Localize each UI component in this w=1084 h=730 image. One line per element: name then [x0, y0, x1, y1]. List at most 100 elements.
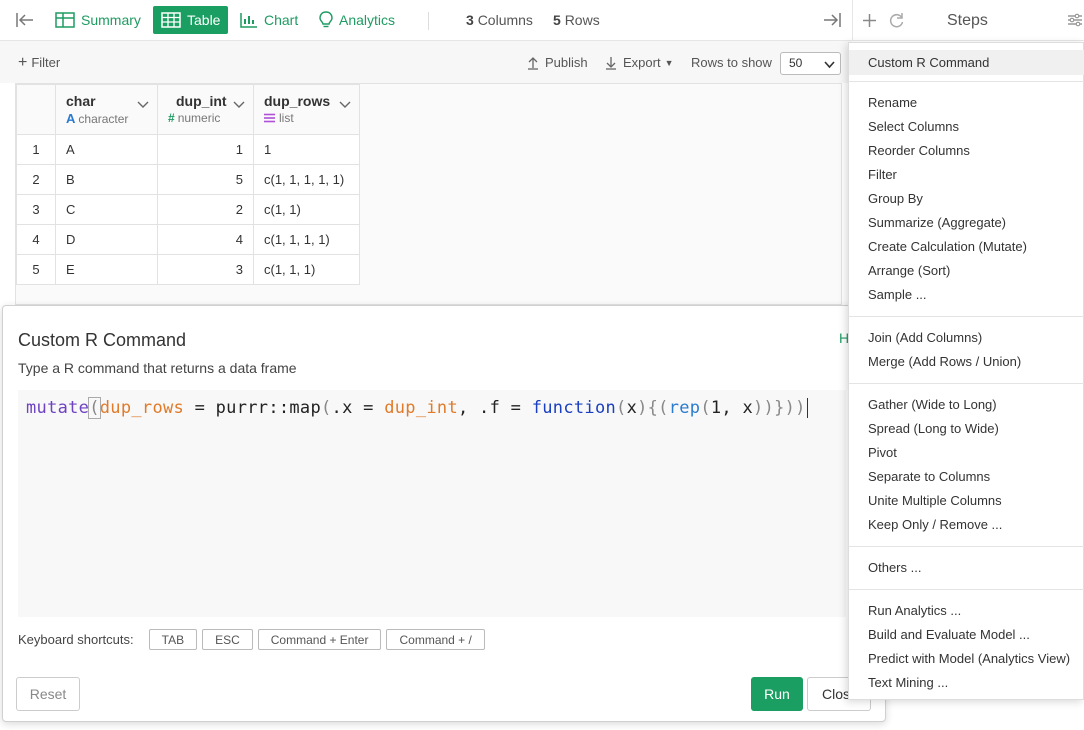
- reset-button[interactable]: Reset: [16, 677, 80, 711]
- column-type: # numeric: [168, 111, 243, 125]
- menu-divider: [849, 316, 1084, 317]
- shortcut-command-enter: Command + Enter: [257, 629, 382, 650]
- table-cell[interactable]: E: [55, 254, 158, 285]
- tab-table-label: Table: [187, 12, 221, 28]
- menu-item-sample[interactable]: Sample ...: [868, 287, 927, 302]
- filter-button[interactable]: + Filter: [18, 55, 60, 71]
- menu-divider: [849, 546, 1084, 547]
- code-token: ))})): [753, 398, 806, 418]
- table-cell[interactable]: c(1, 1, 1, 1): [253, 224, 360, 255]
- chart-icon: [240, 13, 257, 28]
- code-token: rep: [668, 398, 701, 418]
- tab-chart[interactable]: Chart: [240, 6, 298, 34]
- code-token: ){(: [637, 398, 669, 418]
- steps-header: Steps: [852, 0, 1084, 41]
- menu-item-others[interactable]: Others ...: [868, 560, 921, 575]
- list-type-icon: [264, 113, 275, 123]
- menu-item-select-columns[interactable]: Select Columns: [868, 119, 959, 134]
- rows-to-show-select[interactable]: 50: [780, 52, 841, 75]
- top-toolbar: Summary Table Chart Analytics 3 Columns …: [0, 0, 852, 41]
- chevron-down-icon[interactable]: [339, 97, 351, 112]
- menu-item-separate-to-columns[interactable]: Separate to Columns: [868, 469, 990, 484]
- refresh-icon[interactable]: [889, 12, 905, 31]
- publish-button[interactable]: Publish: [527, 55, 588, 70]
- table-cell[interactable]: 4: [157, 224, 254, 255]
- table-cell[interactable]: B: [55, 164, 158, 195]
- menu-divider: [849, 589, 1084, 590]
- tab-table[interactable]: Table: [153, 6, 229, 34]
- column-header-dup-rows[interactable]: dup_rows list: [253, 84, 360, 135]
- menu-item-spread[interactable]: Spread (Long to Wide): [868, 421, 999, 436]
- menu-item-join[interactable]: Join (Add Columns): [868, 330, 982, 345]
- chevron-down-icon[interactable]: [233, 97, 245, 112]
- menu-item-keep-only-remove[interactable]: Keep Only / Remove ...: [868, 517, 1002, 532]
- code-token: function: [531, 398, 617, 418]
- table-cell[interactable]: 1: [253, 134, 360, 165]
- column-type-label: list: [279, 111, 294, 125]
- table-cell[interactable]: C: [55, 194, 158, 225]
- menu-item-summarize[interactable]: Summarize (Aggregate): [868, 215, 1006, 230]
- tab-analytics[interactable]: Analytics: [319, 6, 395, 34]
- character-type-icon: A: [66, 111, 76, 126]
- menu-item-reorder-columns[interactable]: Reorder Columns: [868, 143, 970, 158]
- menu-item-run-analytics[interactable]: Run Analytics ...: [868, 603, 961, 618]
- table-row: 1 A 1 1: [16, 134, 360, 165]
- table-row: 3 C 2 c(1, 1): [16, 194, 360, 225]
- tab-summary[interactable]: Summary: [55, 6, 141, 34]
- menu-item-pivot[interactable]: Pivot: [868, 445, 897, 460]
- table-cell[interactable]: 1: [157, 134, 254, 165]
- menu-item-unite-multiple-columns[interactable]: Unite Multiple Columns: [868, 493, 1002, 508]
- table-row: 4 D 4 c(1, 1, 1, 1): [16, 224, 360, 255]
- menu-item-filter[interactable]: Filter: [868, 167, 897, 182]
- table-cell[interactable]: D: [55, 224, 158, 255]
- menu-item-arrange[interactable]: Arrange (Sort): [868, 263, 950, 278]
- table-cell[interactable]: A: [55, 134, 158, 165]
- table-cell[interactable]: c(1, 1, 1): [253, 254, 360, 285]
- table-cell[interactable]: 2: [157, 194, 254, 225]
- code-token: x: [626, 398, 638, 418]
- menu-item-rename[interactable]: Rename: [868, 95, 917, 110]
- table-cell[interactable]: c(1, 1, 1, 1, 1): [253, 164, 360, 195]
- shortcut-esc: ESC: [202, 629, 253, 650]
- table-cell[interactable]: c(1, 1): [253, 194, 360, 225]
- code-token: = purrr::map: [184, 398, 321, 418]
- download-icon: [606, 56, 616, 70]
- export-button[interactable]: Export ▼: [605, 55, 674, 70]
- menu-item-gather[interactable]: Gather (Wide to Long): [868, 397, 997, 412]
- collapse-right-icon[interactable]: [823, 12, 841, 31]
- menu-item-custom-r-command[interactable]: Custom R Command: [868, 55, 989, 70]
- run-button[interactable]: Run: [751, 677, 803, 711]
- settings-sliders-icon[interactable]: [1067, 13, 1083, 30]
- column-type: list: [264, 111, 349, 125]
- menu-divider: [849, 81, 1084, 82]
- table-cell[interactable]: 3: [157, 254, 254, 285]
- code-token: mutate: [26, 398, 90, 418]
- row-number: 5: [16, 254, 56, 285]
- add-step-icon[interactable]: [862, 13, 877, 31]
- menu-item-group-by[interactable]: Group By: [868, 191, 923, 206]
- menu-item-create-calculation[interactable]: Create Calculation (Mutate): [868, 239, 1027, 254]
- menu-item-text-mining[interactable]: Text Mining ...: [868, 675, 948, 690]
- menu-item-predict-with-model[interactable]: Predict with Model (Analytics View): [868, 651, 1070, 666]
- table-cell[interactable]: 5: [157, 164, 254, 195]
- collapse-left-icon[interactable]: [16, 12, 34, 31]
- chevron-down-icon[interactable]: [137, 97, 149, 112]
- code-token: 1, x: [710, 398, 754, 418]
- row-number: 4: [16, 224, 56, 255]
- column-type: A character: [66, 111, 147, 126]
- code-editor[interactable]: mutate(dup_rows = purrr::map(.x = dup_in…: [18, 390, 846, 617]
- columns-count-label: Columns: [477, 12, 533, 28]
- column-header-char[interactable]: char A character: [55, 84, 158, 135]
- column-type-label: numeric: [177, 111, 221, 125]
- row-number: 3: [16, 194, 56, 225]
- dialog-subtitle: Type a R command that returns a data fra…: [18, 360, 297, 376]
- code-token: .x =: [331, 398, 385, 418]
- toolbar-divider: [428, 12, 429, 30]
- column-header-dup-int[interactable]: dup_int # numeric: [157, 84, 254, 135]
- tab-chart-label: Chart: [264, 12, 299, 28]
- rows-to-show-value: 50: [789, 56, 803, 70]
- menu-item-build-evaluate-model[interactable]: Build and Evaluate Model ...: [868, 627, 1030, 642]
- table-row: 2 B 5 c(1, 1, 1, 1, 1): [16, 164, 360, 195]
- export-label: Export: [623, 55, 661, 70]
- menu-item-merge[interactable]: Merge (Add Rows / Union): [868, 354, 1021, 369]
